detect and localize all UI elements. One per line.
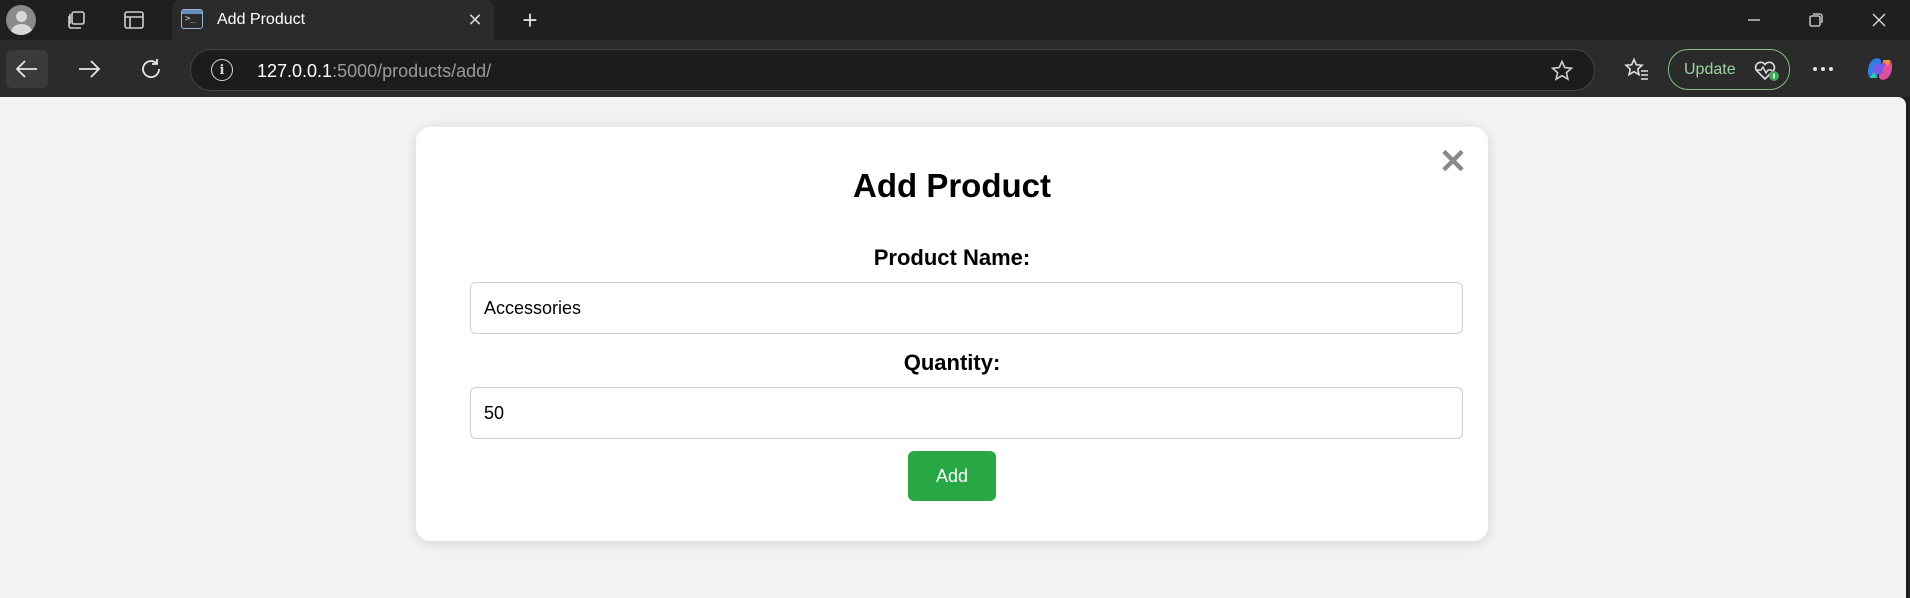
address-url[interactable]: 127.0.0.1:5000/products/add/: [257, 61, 491, 82]
add-button[interactable]: Add: [908, 451, 996, 501]
quantity-input[interactable]: [470, 387, 1463, 439]
tab-add-product[interactable]: >_ Add Product ✕: [172, 0, 494, 40]
more-options-icon[interactable]: [1806, 53, 1840, 85]
browser-titlebar: >_ Add Product ✕ +: [0, 0, 1910, 40]
health-heart-icon: [1753, 59, 1781, 88]
favorite-star-icon[interactable]: [1550, 59, 1574, 88]
tab-actions-icon[interactable]: [118, 5, 150, 35]
address-bar[interactable]: i 127.0.0.1:5000/products/add/: [190, 49, 1595, 91]
product-name-input[interactable]: [470, 282, 1463, 334]
copilot-icon[interactable]: [1864, 54, 1896, 84]
site-info-icon[interactable]: i: [211, 59, 233, 81]
minimize-button[interactable]: [1723, 0, 1785, 40]
favorites-icon[interactable]: [1620, 53, 1654, 85]
browser-toolbar: i 127.0.0.1:5000/products/add/ Update: [0, 40, 1910, 97]
restore-button[interactable]: [1785, 0, 1847, 40]
back-button[interactable]: [6, 50, 48, 88]
refresh-button[interactable]: [130, 50, 172, 88]
product-name-label: Product Name:: [873, 245, 1031, 270]
quantity-label: Quantity:: [903, 350, 1001, 375]
add-product-modal: ✕ Add Product Product Name: Quantity: Ad…: [416, 127, 1488, 541]
page-viewport: ✕ Add Product Product Name: Quantity: Ad…: [0, 97, 1906, 598]
profile-avatar[interactable]: [6, 5, 36, 35]
update-button[interactable]: Update: [1668, 49, 1790, 90]
page-title: Add Product: [853, 167, 1051, 204]
new-tab-button[interactable]: +: [514, 5, 546, 35]
tab-title: Add Product: [217, 11, 306, 28]
workspaces-icon[interactable]: [60, 5, 92, 35]
close-window-button[interactable]: [1848, 0, 1910, 40]
forward-button[interactable]: [68, 50, 110, 88]
terminal-icon: >_: [181, 9, 203, 29]
close-tab-icon[interactable]: ✕: [464, 9, 486, 31]
